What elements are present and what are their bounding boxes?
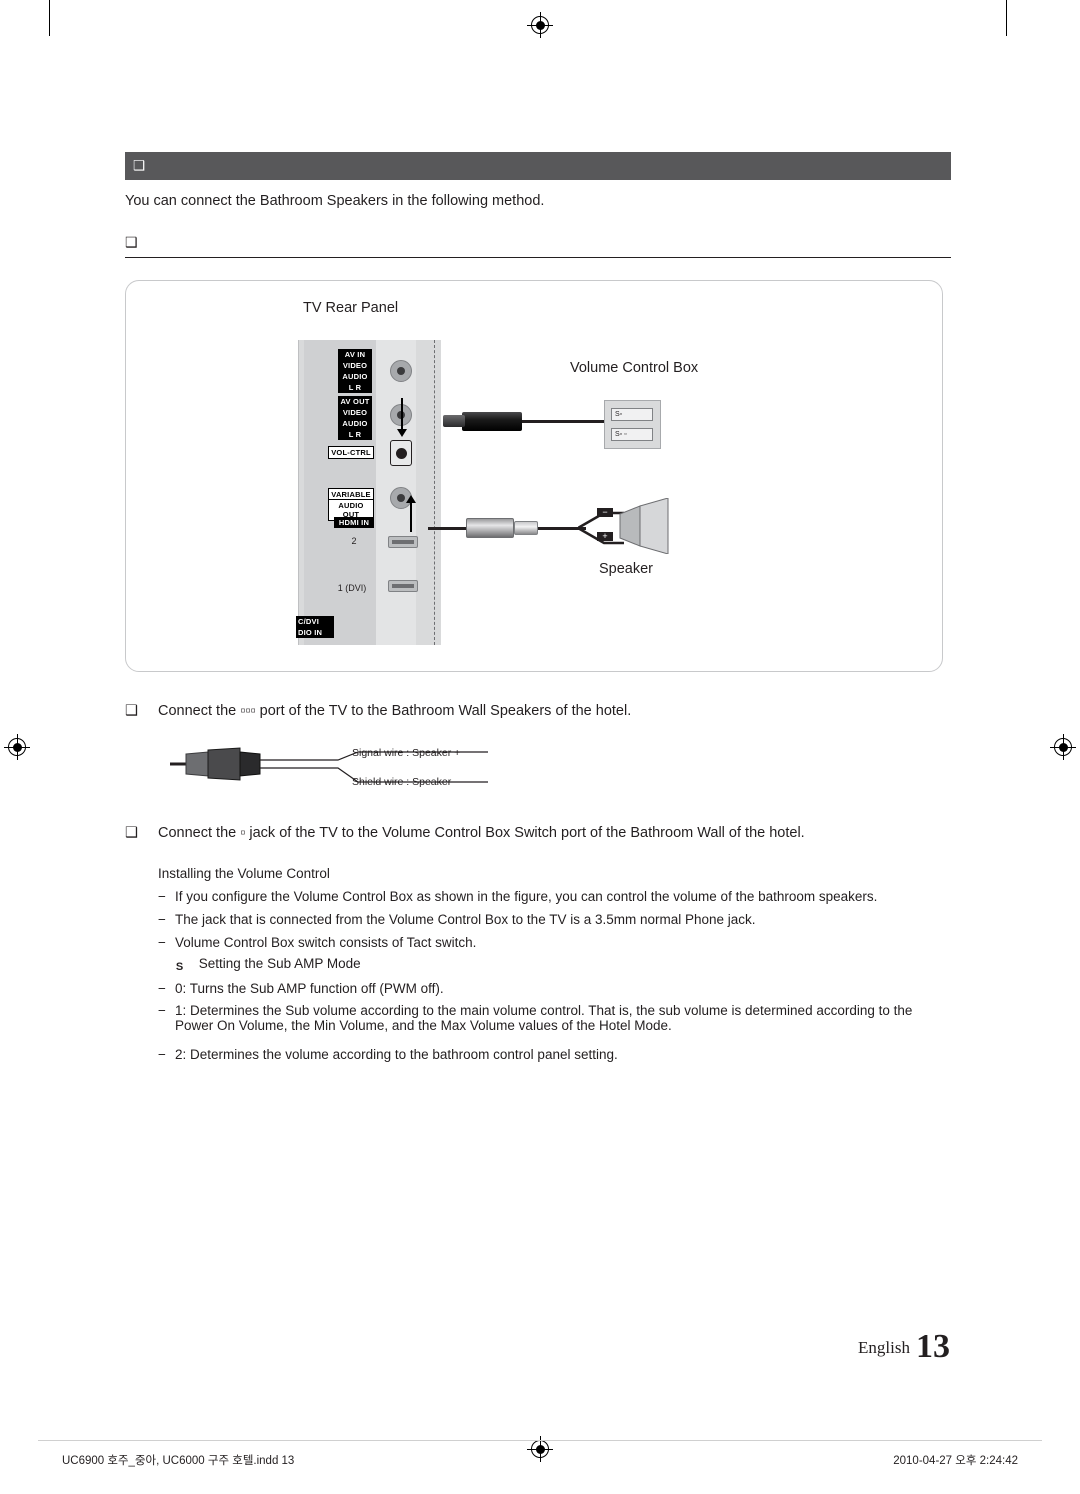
- tv-rear-panel-illustration: AV IN VIDEO AUDIO L R AV OUT VIDEO AUDIO…: [296, 340, 441, 645]
- registration-mark-bottom: [527, 1436, 553, 1462]
- wire-note-signal: Signal wire : Speaker +: [352, 747, 461, 759]
- plug-speaker-tip: [514, 521, 538, 535]
- sub-amp-item-2-text: 2: Determines the volume according to th…: [175, 1047, 618, 1062]
- sub-amp-title: Setting the Sub AMP Mode: [198, 956, 361, 971]
- install-item-1-text: If you configure the Volume Control Box …: [175, 889, 878, 904]
- section-title-bar: ❑: [125, 152, 951, 180]
- bullet-text-2: Connect the ▫ jack of the TV to the Volu…: [158, 825, 805, 841]
- install-item-2-text: The jack that is connected from the Volu…: [175, 912, 756, 927]
- install-item-3-text: Volume Control Box switch consists of Ta…: [175, 935, 477, 950]
- install-item-2: − The jack that is connected from the Vo…: [158, 912, 948, 927]
- crop-mark-top-left: [49, 0, 50, 36]
- jack-label-audio-in: AUDIO: [338, 371, 372, 382]
- dash-marker-5: −: [158, 1003, 166, 1018]
- speaker-terminal-minus: −: [597, 508, 613, 517]
- plug-vol-ctrl-tip: [443, 415, 465, 427]
- sub-amp-heading-row: S Setting the Sub AMP Mode: [172, 956, 948, 975]
- jack-label-av-in: AV IN: [338, 349, 372, 360]
- sub-amp-item-0: − 0: Turns the Sub AMP function off (PWM…: [158, 981, 948, 996]
- document-page: ❑ You can connect the Bathroom Speakers …: [0, 0, 1080, 1494]
- bullet-connect-speaker-port: ❑ Connect the ▫▫▫ port of the TV to the …: [125, 703, 945, 719]
- rca-jack-av-in: [390, 360, 412, 382]
- volume-control-box: S▫ S▫ ▫: [604, 400, 661, 449]
- sub-amp-item-2: − 2: Determines the volume according to …: [158, 1047, 948, 1062]
- jack-label-audio-out-lr: L R: [338, 429, 372, 440]
- sub-amp-badge: S: [175, 961, 184, 973]
- install-item-3: − Volume Control Box switch consists of …: [158, 935, 948, 950]
- bullet-connect-vol-ctrl-jack: ❑ Connect the ▫ jack of the TV to the Vo…: [125, 825, 945, 841]
- jack-label-audio-in-bottom: DIO IN: [296, 627, 334, 638]
- jack-label-vol-ctrl: VOL-CTRL: [328, 446, 374, 459]
- bullet-marker-1: ❑: [125, 703, 138, 719]
- dash-marker-4: −: [158, 981, 166, 996]
- jack-label-hdmi-2: 2: [351, 536, 357, 546]
- speaker-terminal-plus: +: [597, 532, 613, 541]
- vcb-slot-2: S▫ ▫: [611, 428, 653, 441]
- sub-amp-item-1-text: 1: Determines the Sub volume according t…: [175, 1003, 913, 1033]
- vcb-slot-1: S▫: [611, 408, 653, 421]
- jack-label-video-out: VIDEO: [338, 407, 372, 418]
- figure-label-tv-rear-panel: TV Rear Panel: [303, 300, 399, 316]
- install-item-1: − If you configure the Volume Control Bo…: [158, 889, 948, 904]
- jack-label-pc-dvi: C/DVI: [296, 616, 334, 627]
- bullet-marker-2: ❑: [125, 825, 138, 841]
- installing-volume-control-title: Installing the Volume Control: [158, 866, 330, 881]
- hdmi-port-2: [388, 536, 418, 548]
- jack-label-audio-out: AUDIO: [338, 418, 372, 429]
- sub-amp-heading: S Setting the Sub AMP Mode: [158, 956, 948, 975]
- jack-label-hdmi-in: HDMI IN: [334, 517, 374, 528]
- hdmi-port-1-dvi: [388, 580, 418, 592]
- sub-heading-marker: ❑: [125, 234, 138, 250]
- footer-language: English: [858, 1338, 910, 1357]
- page-footer: English 13: [858, 1328, 950, 1366]
- bullet-text-1: Connect the ▫▫▫ port of the TV to the Ba…: [158, 703, 632, 719]
- jack-label-av-out: AV OUT: [338, 396, 372, 407]
- arrow-to-vol-ctrl-jack: [397, 398, 407, 437]
- cable-vol-ctrl: [520, 420, 610, 423]
- print-footer-timestamp: 2010-04-27 오후 2:24:42: [893, 1455, 1018, 1467]
- vol-ctrl-jack: [390, 440, 412, 466]
- figure-label-volume-control-box: Volume Control Box: [570, 360, 699, 376]
- wire-note-shield: Shield wire : Speaker -: [352, 776, 458, 788]
- print-footer-file: UC6900 호주_중아, UC6000 구주 호텔.indd 13: [62, 1455, 295, 1467]
- dash-marker-2: −: [158, 912, 166, 927]
- sub-amp-item-0-text: 0: Turns the Sub AMP function off (PWM o…: [175, 981, 444, 996]
- crop-mark-top-right: [1006, 0, 1007, 36]
- registration-mark-right: [1050, 734, 1076, 760]
- dash-marker-3: −: [158, 935, 166, 950]
- print-footer-rule: [38, 1440, 1042, 1441]
- plug-vol-ctrl-barrel: [462, 412, 522, 431]
- arrow-to-variable-audio-out: [406, 495, 416, 532]
- speaker-icon: [619, 498, 669, 554]
- sub-heading: ❑: [125, 234, 951, 258]
- plug-speaker-barrel: [466, 518, 514, 538]
- jack-label-audio-in-lr: L R: [338, 382, 372, 393]
- jack-label-hdmi-1-dvi: 1 (DVI): [337, 583, 367, 593]
- footer-page-number: 13: [916, 1328, 950, 1365]
- jack-label-video-in: VIDEO: [338, 360, 372, 371]
- dash-marker-6: −: [158, 1047, 166, 1062]
- cable-speaker-left: [428, 527, 466, 530]
- registration-mark-left: [4, 734, 30, 760]
- sub-amp-item-1: − 1: Determines the Sub volume according…: [158, 1003, 948, 1033]
- registration-mark-top: [527, 12, 553, 38]
- connection-diagram: [125, 280, 943, 672]
- intro-paragraph: You can connect the Bathroom Speakers in…: [125, 193, 545, 209]
- dash-marker-1: −: [158, 889, 166, 904]
- tv-panel-edge-dashed: [434, 340, 435, 645]
